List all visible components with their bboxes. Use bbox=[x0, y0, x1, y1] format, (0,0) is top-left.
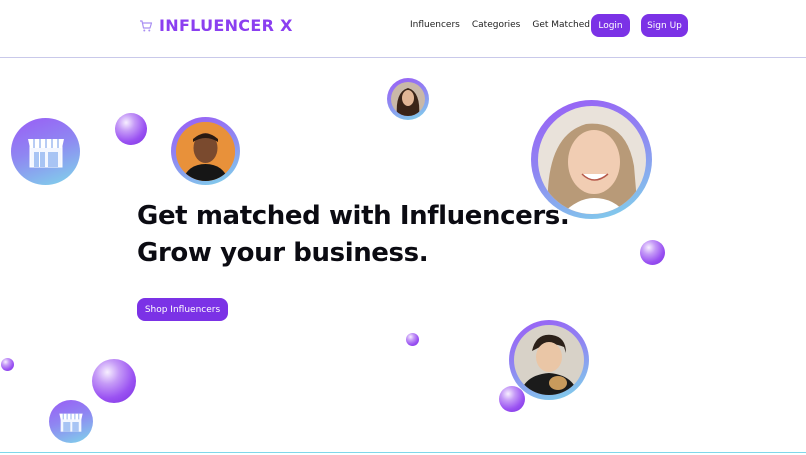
hero-headline: Get matched with Influencers. Grow your … bbox=[137, 198, 570, 272]
nav-item-get-matched[interactable]: Get Matched bbox=[532, 20, 590, 30]
decor-bubble bbox=[640, 240, 665, 265]
top-navbar: INFLUENCER X Influencers Categories Get … bbox=[0, 0, 806, 58]
decor-bubble bbox=[115, 113, 147, 145]
brand-name: INFLUENCER X bbox=[159, 16, 293, 35]
storefront-icon bbox=[59, 413, 83, 432]
influencer-avatar-4 bbox=[509, 320, 589, 400]
storefront-badge-small bbox=[49, 400, 93, 443]
shopping-cart-icon bbox=[140, 19, 153, 31]
influencer-avatar-2 bbox=[387, 78, 429, 120]
decor-bubble bbox=[406, 333, 419, 346]
brand-logo[interactable]: INFLUENCER X bbox=[139, 16, 293, 35]
influencer-avatar-1 bbox=[171, 117, 240, 185]
section-divider bbox=[0, 452, 806, 453]
nav-item-categories[interactable]: Categories bbox=[472, 20, 521, 30]
signup-button[interactable]: Sign Up bbox=[641, 14, 688, 37]
main-nav: Influencers Categories Get Matched bbox=[410, 20, 590, 30]
nav-item-influencers[interactable]: Influencers bbox=[410, 20, 460, 30]
decor-bubble bbox=[92, 359, 136, 403]
person-icon bbox=[391, 82, 425, 116]
hero-headline-line-1: Get matched with Influencers. bbox=[137, 201, 570, 231]
hero-headline-line-2: Grow your business. bbox=[137, 238, 429, 268]
storefront-icon bbox=[27, 138, 64, 167]
shop-influencers-button[interactable]: Shop Influencers bbox=[137, 298, 228, 321]
person-icon bbox=[176, 121, 235, 181]
person-icon bbox=[514, 325, 584, 395]
decor-bubble bbox=[499, 386, 525, 412]
decor-bubble bbox=[1, 358, 14, 371]
storefront-badge bbox=[11, 118, 80, 185]
login-button[interactable]: Login bbox=[591, 14, 630, 37]
